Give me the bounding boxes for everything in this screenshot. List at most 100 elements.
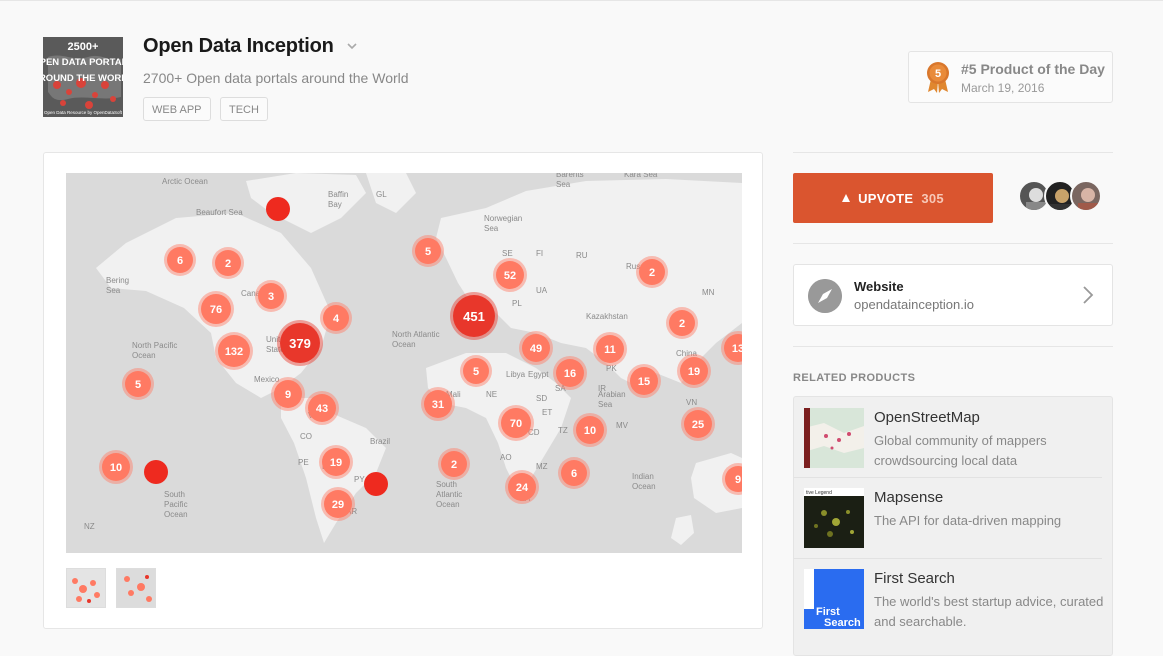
cluster-count: 10 <box>584 425 596 437</box>
map-label: RU <box>576 251 588 260</box>
upvote-arrow-icon <box>842 194 851 202</box>
map-cluster[interactable]: 2 <box>636 256 668 288</box>
first-search-thumb-line-2: Search <box>824 617 861 629</box>
map-label: FI <box>536 249 543 258</box>
map-cluster[interactable]: 6 <box>558 457 590 489</box>
cluster-count: 70 <box>510 418 522 430</box>
map-cluster[interactable]: 76 <box>198 291 234 327</box>
map-cluster[interactable]: 24 <box>505 470 539 504</box>
map-cluster[interactable]: 19 <box>319 445 353 479</box>
website-url: opendatainception.io <box>854 297 974 312</box>
map-cluster[interactable]: 15 <box>627 364 661 398</box>
cluster-count: 6 <box>571 468 577 480</box>
cluster-count: 9 <box>285 389 291 401</box>
cluster-count: 19 <box>330 457 342 469</box>
website-link[interactable]: Website opendatainception.io <box>793 264 1113 326</box>
map-cluster[interactable]: 132 <box>215 332 253 370</box>
map-cluster[interactable]: 5 <box>412 235 444 267</box>
map-label: Arctic Ocean <box>162 177 208 186</box>
map-label: TZ <box>558 426 568 435</box>
cluster-count: 3 <box>268 291 274 303</box>
map-cluster[interactable]: 2 <box>438 448 470 480</box>
map-cluster[interactable]: 10 <box>99 450 133 484</box>
map-cluster[interactable]: 451 <box>450 292 498 340</box>
product-of-day-badge[interactable]: 5 #5 Product of the Day March 19, 2016 <box>908 51 1113 103</box>
top-border <box>0 0 1163 1</box>
cluster-count: 49 <box>530 343 542 355</box>
thumb-line-3: AROUND THE WORLD <box>43 73 123 84</box>
related-products-list: OpenStreetMap Global community of mapper… <box>793 396 1113 656</box>
map-cluster[interactable]: 3 <box>255 280 287 312</box>
related-item-mapsense[interactable]: tive Legend Mapsense The API for data-dr… <box>804 488 1104 568</box>
related-desc: The API for data-driven mapping <box>874 513 1062 528</box>
map-cluster[interactable]: 2 <box>212 247 244 279</box>
related-name: Mapsense <box>874 489 944 506</box>
map-image[interactable]: Arctic Ocean Beaufort Sea Baffin Bay GL Baren… <box>66 173 742 553</box>
cluster-count: 24 <box>516 482 529 494</box>
thumb-line-2: OPEN DATA PORTALS <box>43 57 123 68</box>
map-point-marker[interactable] <box>266 197 290 221</box>
map-label: MZ <box>536 462 548 471</box>
badge-rank: 5 <box>935 68 941 80</box>
map-cluster[interactable]: 43 <box>305 391 339 425</box>
map-cluster[interactable]: 52 <box>493 258 527 292</box>
cluster-count: 5 <box>473 366 479 378</box>
related-item-openstreetmap[interactable]: OpenStreetMap Global community of mapper… <box>804 408 1104 488</box>
map-cluster[interactable]: 70 <box>498 405 534 441</box>
related-thumb: First Search <box>804 569 864 629</box>
related-name: OpenStreetMap <box>874 409 980 426</box>
map-label: PL <box>512 299 522 308</box>
map-label: PE <box>298 458 309 467</box>
map-label: NE <box>486 390 497 399</box>
map-cluster[interactable]: 2 <box>666 307 698 339</box>
product-tagline: 2700+ Open data portals around the World <box>143 70 409 86</box>
cluster-count: 43 <box>316 403 328 415</box>
cluster-count: 15 <box>638 376 650 388</box>
map-point-marker[interactable] <box>144 460 168 484</box>
map-cluster[interactable]: 5 <box>460 355 492 387</box>
tag-tech[interactable]: TECH <box>220 97 268 121</box>
upvote-button[interactable]: UPVOTE 305 <box>793 173 993 223</box>
chevron-right-icon <box>1083 286 1094 304</box>
thumb-line-4: Open Data Resource by OpenDataSoft <box>44 110 123 115</box>
tag-web-app[interactable]: WEB APP <box>143 97 211 121</box>
map-label: SD <box>536 394 547 403</box>
avatar[interactable] <box>1070 180 1102 212</box>
map-point-marker[interactable] <box>364 472 388 496</box>
map-cluster[interactable]: 16 <box>553 356 587 390</box>
divider <box>794 477 1102 478</box>
product-thumbnail[interactable]: 2500+ OPEN DATA PORTALS AROUND THE WORLD… <box>43 37 123 117</box>
chevron-down-icon[interactable] <box>346 40 358 52</box>
product-title: Open Data Inception <box>143 35 334 57</box>
map-label: MN <box>702 288 715 297</box>
cluster-count: 379 <box>289 336 311 351</box>
map-label: NZ <box>84 522 95 531</box>
map-cluster[interactable]: 49 <box>519 331 553 365</box>
map-cluster[interactable]: 4 <box>320 302 352 334</box>
gallery-thumb-1[interactable] <box>66 568 106 608</box>
related-thumb: tive Legend <box>804 488 864 548</box>
map-cluster[interactable]: 25 <box>681 407 715 441</box>
map-cluster[interactable]: 379 <box>277 320 323 366</box>
cluster-count: 2 <box>679 318 685 330</box>
map-cluster[interactable]: 5 <box>122 368 154 400</box>
world-map: Arctic OceanBeaufort SeaBaffin BayGLBaren… <box>66 173 742 553</box>
map-label: Egypt <box>528 370 549 379</box>
cluster-count: 451 <box>463 309 485 324</box>
upvote-label: UPVOTE <box>858 190 914 206</box>
gallery-thumb-2[interactable] <box>116 568 156 608</box>
map-cluster[interactable]: 29 <box>321 487 355 521</box>
map-cluster[interactable]: 19 <box>677 354 711 388</box>
related-item-first-search[interactable]: First Search First Search The world's be… <box>804 569 1104 649</box>
cluster-count: 10 <box>110 462 122 474</box>
map-label: MV <box>616 421 629 430</box>
map-cluster[interactable]: 11 <box>593 332 627 366</box>
map-label: Kara Sea <box>624 173 658 179</box>
map-cluster[interactable]: 9 <box>271 377 305 411</box>
map-label: ET <box>542 408 552 417</box>
map-cluster[interactable]: 6 <box>164 244 196 276</box>
map-cluster[interactable]: 31 <box>421 387 455 421</box>
map-cluster[interactable]: 10 <box>573 413 607 447</box>
cluster-count: 5 <box>135 379 141 391</box>
website-label: Website <box>854 279 904 294</box>
